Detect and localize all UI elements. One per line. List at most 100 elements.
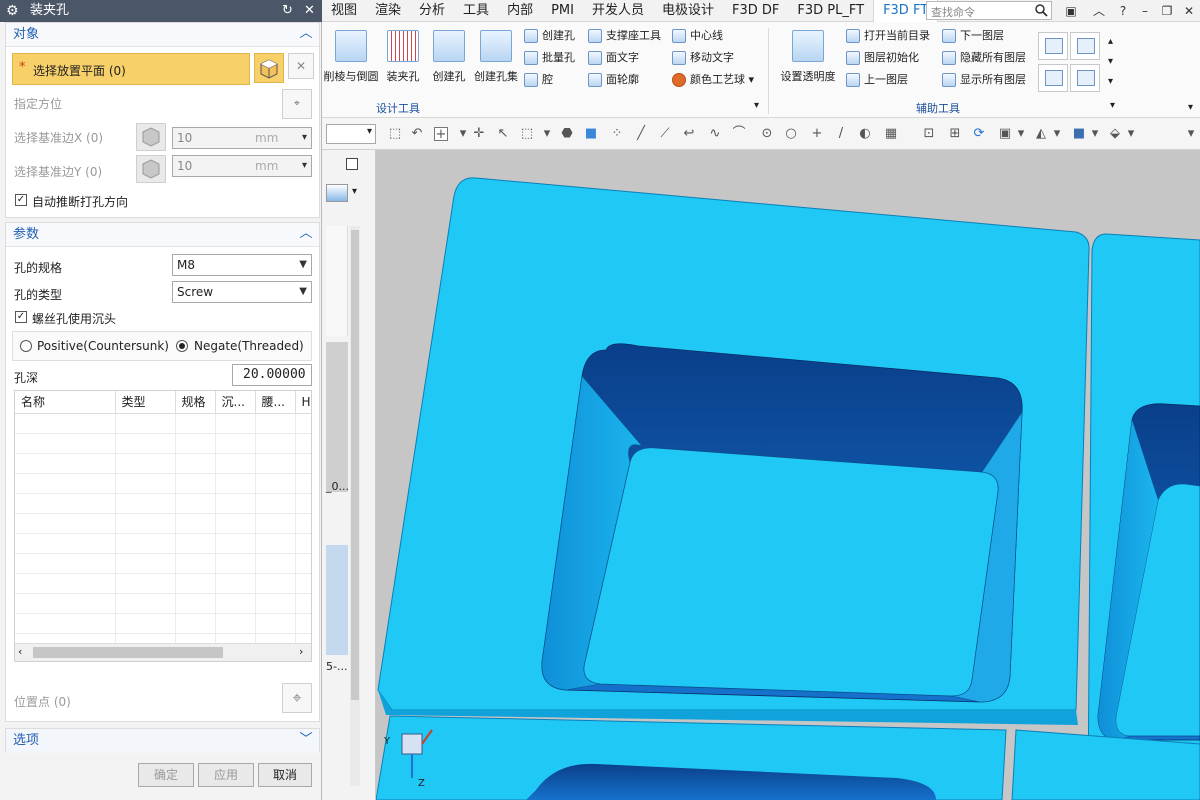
zoom-fit-icon[interactable]: ⊡: [922, 127, 936, 141]
hole-spec-select[interactable]: M8 ▼: [172, 254, 312, 276]
gallery-item-1[interactable]: [1038, 32, 1068, 60]
render-style-icon[interactable]: ◭: [1034, 127, 1048, 141]
menu-internal[interactable]: 内部: [498, 0, 542, 22]
undo-icon[interactable]: ↶: [410, 127, 424, 141]
solid-icon[interactable]: ⬣: [560, 127, 574, 141]
search-icon[interactable]: [1034, 3, 1048, 17]
face-select-button[interactable]: [254, 53, 284, 83]
chevron-up-icon[interactable]: ︿: [299, 225, 313, 243]
pocket-button[interactable]: 腔: [522, 70, 553, 90]
chamfer-round-button[interactable]: 削棱与倒圆: [322, 26, 380, 98]
add-filter-icon[interactable]: +: [434, 127, 448, 142]
hole-type-select[interactable]: Screw ▼: [172, 281, 312, 303]
col-spec-header[interactable]: 规格: [175, 391, 216, 414]
table-row[interactable]: [15, 553, 311, 574]
filter-combo[interactable]: ▾: [326, 124, 376, 144]
ref-y-select-button[interactable]: [136, 155, 166, 183]
circle-icon[interactable]: ○: [784, 127, 798, 141]
chevron-down-icon[interactable]: ▼: [299, 255, 307, 275]
chevron-down-icon[interactable]: ▾: [302, 128, 307, 148]
params-section-header[interactable]: 参数 ︿: [6, 223, 319, 247]
menu-electrode-design[interactable]: 电极设计: [653, 0, 723, 22]
center-point-icon[interactable]: ⊙: [760, 127, 774, 141]
table-row[interactable]: [15, 433, 311, 454]
gallery-down-icon[interactable]: ▾: [1108, 56, 1113, 67]
table-row[interactable]: [15, 473, 311, 494]
menu-view[interactable]: 视图: [322, 0, 366, 22]
dropdown-icon[interactable]: ▾: [540, 127, 554, 141]
dropdown-icon[interactable]: ▾: [1014, 127, 1028, 141]
design-tools-expand-icon[interactable]: ▾: [754, 100, 759, 111]
move-text-button[interactable]: 移动文字: [670, 48, 734, 68]
table-row[interactable]: [15, 453, 311, 474]
view-orient-icon[interactable]: ▣: [998, 127, 1012, 141]
face-options-icon[interactable]: ✕: [288, 53, 314, 79]
dropdown-icon[interactable]: ▾: [1088, 127, 1102, 141]
plus-point-icon[interactable]: +: [810, 127, 824, 141]
nav-item-1[interactable]: _0...: [326, 480, 349, 493]
menu-f3d-pl-ft[interactable]: F3D PL_FT: [788, 0, 873, 22]
chevron-down-icon[interactable]: ﹀: [299, 731, 313, 749]
open-current-dir-button[interactable]: 打开当前目录: [844, 26, 930, 46]
table-row[interactable]: [15, 413, 311, 434]
close-icon[interactable]: ✕: [1180, 2, 1198, 20]
scroll-left-icon[interactable]: ‹: [18, 645, 22, 658]
cancel-button[interactable]: 取消: [258, 763, 312, 787]
create-hole-set-button[interactable]: 创建孔集: [468, 26, 524, 98]
snap-icon[interactable]: ⬚: [388, 127, 402, 141]
color-ball-button[interactable]: 颜色工艺球 ▾: [670, 70, 754, 90]
arc-icon[interactable]: ⌒: [732, 127, 746, 141]
pointer-icon[interactable]: ↖: [496, 127, 510, 141]
grid-icon[interactable]: ▦: [884, 127, 898, 141]
line-icon[interactable]: ╱: [634, 127, 648, 141]
scroll-thumb[interactable]: [33, 647, 223, 658]
ref-x-select-button[interactable]: [136, 123, 166, 151]
gallery-up-icon[interactable]: ▴: [1108, 36, 1113, 47]
nav-scrollbar[interactable]: [350, 226, 360, 786]
dropdown-icon[interactable]: ▾: [456, 127, 470, 141]
small-create-hole-button[interactable]: 创建孔: [522, 26, 575, 46]
col-sink-header[interactable]: 沉...: [215, 391, 256, 414]
dropdown-icon[interactable]: ▾: [1124, 127, 1138, 141]
countersink-checkbox[interactable]: ✓: [15, 311, 27, 323]
table-row[interactable]: [15, 513, 311, 534]
crosshair-icon[interactable]: ⌖: [282, 683, 312, 713]
col-waist-header[interactable]: 腰...: [255, 391, 296, 414]
ok-button[interactable]: 确定: [138, 763, 194, 787]
chevron-up-icon[interactable]: ︿: [299, 25, 313, 43]
clamp-hole-button[interactable]: 装夹孔: [378, 26, 428, 98]
table-row[interactable]: [15, 493, 311, 514]
paint-icon[interactable]: ⬙: [1108, 127, 1122, 141]
gallery-more-icon[interactable]: ▾: [1108, 76, 1113, 87]
table-row[interactable]: [15, 573, 311, 594]
zoom-area-icon[interactable]: ⊞: [948, 127, 962, 141]
collapse-ribbon-icon[interactable]: ︿: [1090, 2, 1108, 20]
edge-icon[interactable]: ⟋: [658, 127, 672, 141]
slash-icon[interactable]: /: [834, 127, 848, 141]
help-icon[interactable]: ?: [1114, 2, 1132, 20]
apply-button[interactable]: 应用: [198, 763, 254, 787]
menu-render[interactable]: 渲染: [366, 0, 410, 22]
aux-tools-expand-icon[interactable]: ▾: [1110, 100, 1115, 111]
hide-all-layers-button[interactable]: 隐藏所有图层: [940, 48, 1026, 68]
gear-icon[interactable]: ⚙: [6, 3, 22, 19]
ribbon-overflow-icon[interactable]: ▾: [1188, 102, 1193, 113]
window-layout-icon[interactable]: ▣: [1062, 2, 1080, 20]
select-face-row[interactable]: * 选择放置平面 (0): [12, 53, 250, 85]
create-hole-big-button[interactable]: 创建孔: [424, 26, 474, 98]
next-layer-button[interactable]: 下一图层: [940, 26, 1004, 46]
table-h-scrollbar[interactable]: ‹ ›: [15, 643, 311, 661]
chevron-down-icon[interactable]: ▼: [299, 282, 307, 302]
depth-input[interactable]: 20.00000: [232, 364, 312, 386]
menu-pmi[interactable]: PMI: [542, 0, 583, 22]
menu-tools[interactable]: 工具: [454, 0, 498, 22]
select-box-icon[interactable]: ⬚: [520, 127, 534, 141]
restore-icon[interactable]: ❐: [1158, 2, 1176, 20]
table-row[interactable]: [15, 593, 311, 614]
face-outline-button[interactable]: 面轮廓: [586, 70, 639, 90]
gallery-item-4[interactable]: [1070, 64, 1100, 92]
rotate-icon[interactable]: ⟳: [972, 127, 986, 141]
show-all-layers-button[interactable]: 显示所有图层: [940, 70, 1026, 90]
orientation-csys-icon[interactable]: ⌖: [282, 89, 312, 119]
face-text-button[interactable]: 面文字: [586, 48, 639, 68]
